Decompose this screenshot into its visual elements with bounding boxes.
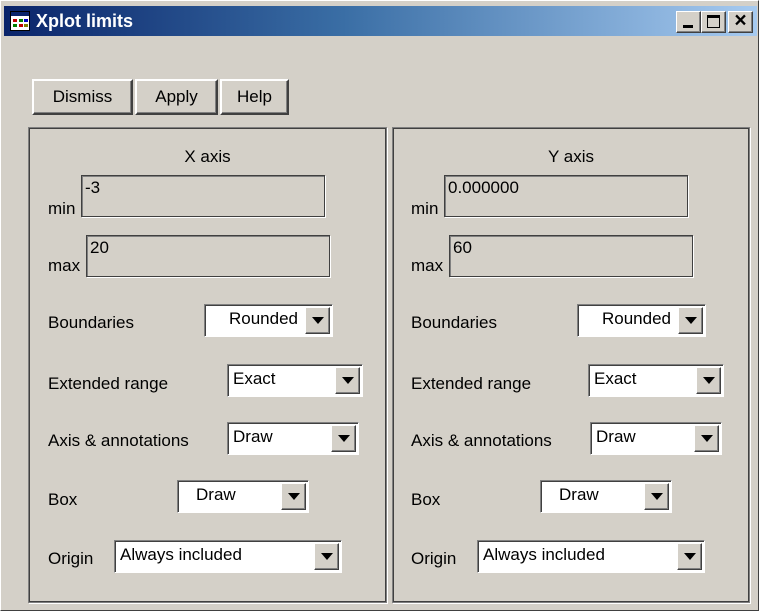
title-bar[interactable]: Xplot limits × bbox=[4, 6, 757, 36]
x-annotations-select[interactable]: Draw bbox=[227, 422, 359, 455]
x-axis-panel: X axis min -3 max 20 Boundaries Rounded … bbox=[28, 127, 387, 603]
maximize-button[interactable] bbox=[701, 11, 726, 33]
y-box-dropdown-button[interactable] bbox=[644, 483, 669, 510]
x-origin-select[interactable]: Always included bbox=[114, 540, 342, 573]
x-box-value: Draw bbox=[196, 485, 236, 504]
x-min-label: min bbox=[48, 199, 76, 218]
x-origin-dropdown-button[interactable] bbox=[314, 543, 339, 570]
x-extended-range-dropdown-button[interactable] bbox=[335, 367, 360, 394]
x-extended-range-value: Exact bbox=[233, 369, 276, 388]
x-extended-range-label: Extended range bbox=[48, 374, 169, 393]
chevron-down-icon bbox=[338, 435, 350, 442]
x-box-label: Box bbox=[48, 490, 78, 509]
minimize-icon bbox=[683, 25, 693, 28]
x-min-field[interactable]: -3 bbox=[81, 175, 325, 217]
apply-button[interactable]: Apply bbox=[135, 79, 218, 115]
chevron-down-icon bbox=[684, 553, 696, 560]
y-extended-range-label: Extended range bbox=[411, 374, 532, 393]
x-box-dropdown-button[interactable] bbox=[281, 483, 306, 510]
close-button[interactable]: × bbox=[728, 9, 753, 33]
y-extended-range-dropdown-button[interactable] bbox=[696, 367, 721, 394]
close-icon: × bbox=[734, 9, 747, 32]
window-title: Xplot limits bbox=[36, 11, 134, 31]
x-boundaries-value: Rounded bbox=[228, 309, 298, 328]
y-boundaries-label: Boundaries bbox=[411, 313, 498, 332]
y-origin-dropdown-button[interactable] bbox=[677, 543, 702, 570]
help-button[interactable]: Help bbox=[220, 79, 289, 115]
chevron-down-icon bbox=[342, 377, 354, 384]
y-boundaries-dropdown-button[interactable] bbox=[678, 307, 703, 334]
y-max-label: max bbox=[411, 256, 444, 275]
y-origin-select[interactable]: Always included bbox=[477, 540, 705, 573]
y-annotations-value: Draw bbox=[596, 427, 636, 446]
x-max-field[interactable]: 20 bbox=[86, 235, 330, 277]
x-origin-value: Always included bbox=[120, 545, 242, 564]
maximize-icon bbox=[707, 15, 720, 28]
chevron-down-icon bbox=[321, 553, 333, 560]
y-min-label: min bbox=[411, 199, 439, 218]
y-box-value: Draw bbox=[559, 485, 599, 504]
x-boundaries-label: Boundaries bbox=[48, 313, 135, 332]
y-axis-title: Y axis bbox=[548, 147, 594, 166]
y-boundaries-value: Rounded bbox=[601, 309, 671, 328]
xplot-limits-window: Xplot limits × Dismiss Apply Help X axis… bbox=[0, 0, 759, 611]
x-origin-label: Origin bbox=[48, 549, 94, 568]
x-annotations-label: Axis & annotations bbox=[48, 431, 189, 450]
y-origin-value: Always included bbox=[483, 545, 605, 564]
y-annotations-dropdown-button[interactable] bbox=[694, 425, 719, 452]
y-annotations-select[interactable]: Draw bbox=[590, 422, 722, 455]
x-annotations-value: Draw bbox=[233, 427, 273, 446]
x-axis-title: X axis bbox=[184, 147, 231, 166]
chevron-down-icon bbox=[701, 435, 713, 442]
x-extended-range-select[interactable]: Exact bbox=[227, 364, 363, 397]
x-boundaries-select[interactable]: Rounded bbox=[204, 304, 333, 337]
chevron-down-icon bbox=[312, 317, 324, 324]
chevron-down-icon bbox=[651, 493, 663, 500]
chevron-down-icon bbox=[685, 317, 697, 324]
x-box-select[interactable]: Draw bbox=[177, 480, 309, 513]
chevron-down-icon bbox=[288, 493, 300, 500]
y-box-select[interactable]: Draw bbox=[540, 480, 672, 513]
minimize-button[interactable] bbox=[676, 11, 701, 33]
y-annotations-label: Axis & annotations bbox=[411, 431, 552, 450]
x-max-label: max bbox=[48, 256, 81, 275]
x-boundaries-dropdown-button[interactable] bbox=[305, 307, 330, 334]
y-extended-range-select[interactable]: Exact bbox=[588, 364, 724, 397]
x-annotations-dropdown-button[interactable] bbox=[331, 425, 356, 452]
y-axis-panel: Y axis min 0.000000 max 60 Boundaries Ro… bbox=[392, 127, 750, 603]
y-min-field[interactable]: 0.000000 bbox=[444, 175, 688, 217]
y-max-field[interactable]: 60 bbox=[449, 235, 693, 277]
y-origin-label: Origin bbox=[411, 549, 457, 568]
y-box-label: Box bbox=[411, 490, 441, 509]
y-extended-range-value: Exact bbox=[594, 369, 637, 388]
app-icon[interactable] bbox=[10, 11, 30, 31]
dismiss-button[interactable]: Dismiss bbox=[32, 79, 133, 115]
chevron-down-icon bbox=[703, 377, 715, 384]
y-boundaries-select[interactable]: Rounded bbox=[577, 304, 706, 337]
